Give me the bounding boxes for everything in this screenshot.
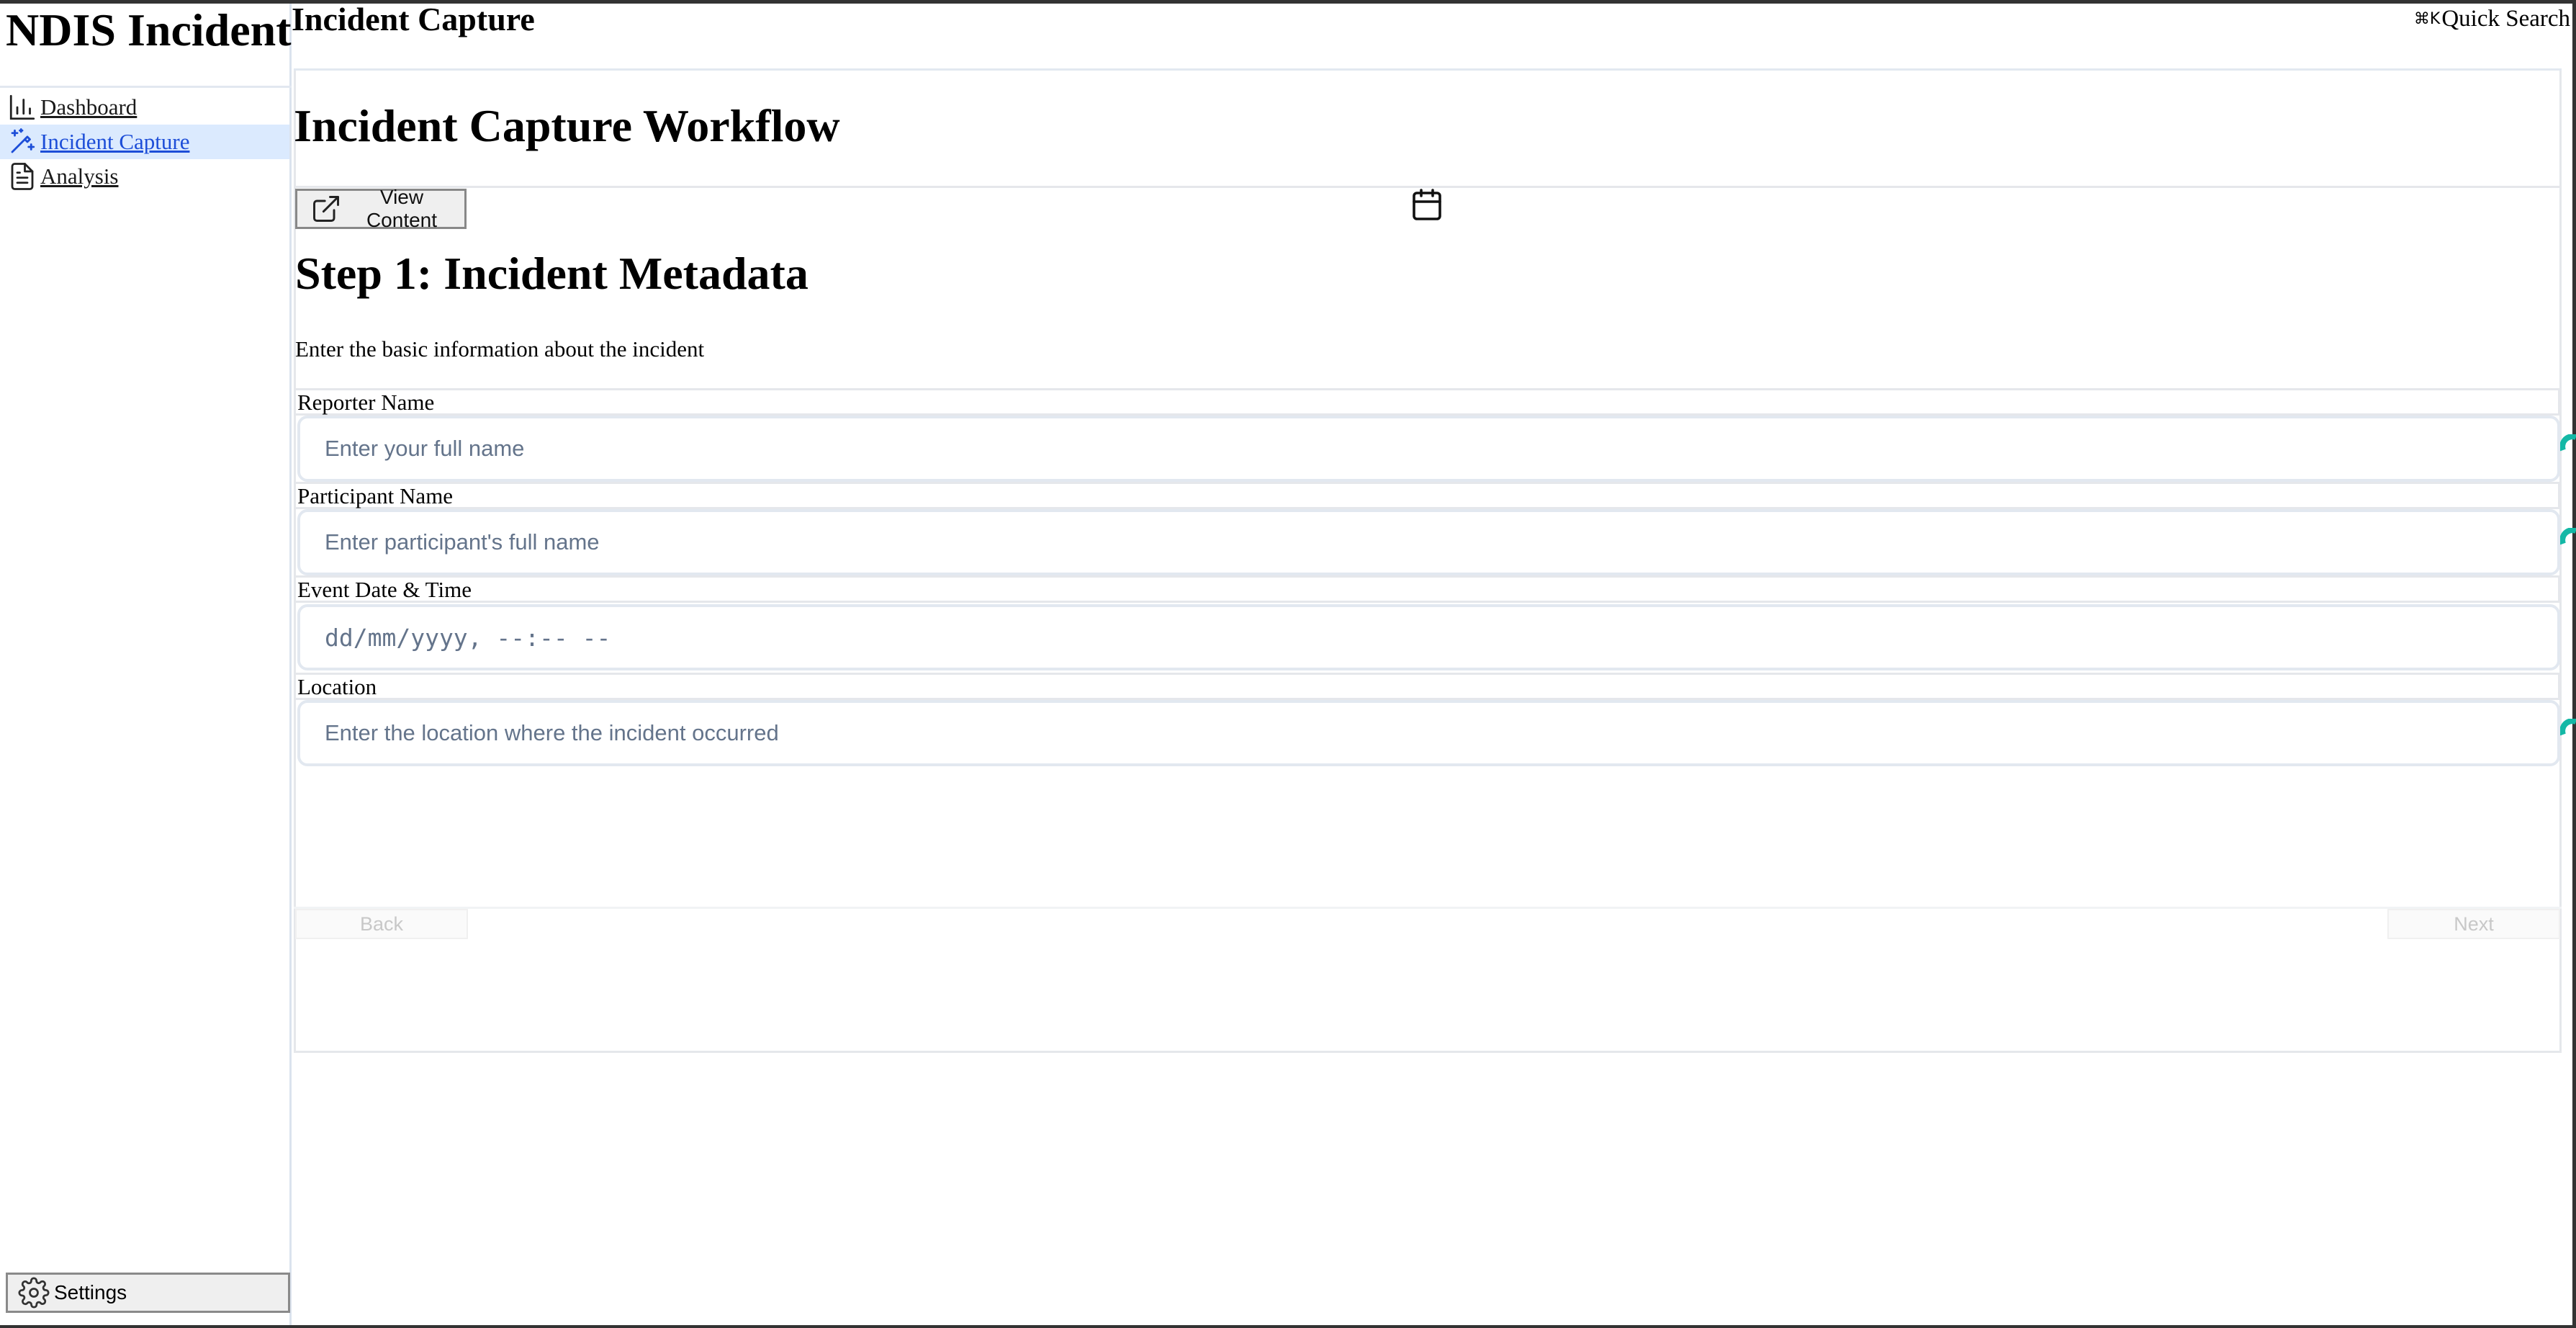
sidebar-nav: Dashboard Incident Capture Analysis: [0, 90, 289, 194]
bar-chart-icon: [7, 92, 37, 122]
view-content-label: View Content: [366, 186, 438, 231]
step-title: Step 1: Incident Metadata: [295, 248, 809, 299]
input-accent-icon: [2560, 719, 2576, 736]
sidebar: NDIS Incident Dashboard Incident Capture: [0, 4, 292, 1325]
quick-search-button[interactable]: ⌘K Quick Search: [2414, 6, 2570, 32]
sidebar-divider: [0, 86, 292, 88]
participant-name-label: Participant Name: [295, 482, 2560, 509]
search-shortcut: ⌘K: [2413, 10, 2441, 28]
gear-icon: [18, 1277, 50, 1309]
sidebar-item-label[interactable]: Dashboard: [40, 94, 137, 120]
settings-button[interactable]: Settings: [6, 1273, 290, 1313]
reporter-name-label: Reporter Name: [295, 388, 2560, 416]
window-bottom-border: [0, 1325, 2576, 1328]
settings-label: Settings: [54, 1281, 127, 1304]
sidebar-item-incident-capture[interactable]: Incident Capture: [0, 125, 289, 159]
step-description: Enter the basic information about the in…: [295, 336, 705, 362]
step-nav-divider: [294, 907, 2562, 909]
event-datetime-input[interactable]: [297, 604, 2560, 670]
view-content-button[interactable]: View Content: [295, 186, 467, 231]
back-button[interactable]: Back: [295, 909, 468, 939]
participant-name-input[interactable]: [297, 509, 2560, 575]
workflow-title: Incident Capture Workflow: [294, 100, 840, 151]
calendar-icon[interactable]: [1410, 186, 1444, 223]
wand-sparkles-icon: [7, 127, 37, 157]
input-accent-icon: [2560, 528, 2576, 545]
window-right-border: [2572, 0, 2576, 1328]
location-input[interactable]: [297, 700, 2560, 766]
brand-title: NDIS Incident: [6, 4, 292, 55]
location-label: Location: [295, 673, 2560, 700]
reporter-name-input[interactable]: [297, 416, 2560, 482]
sidebar-item-dashboard[interactable]: Dashboard: [0, 90, 289, 125]
sidebar-item-analysis[interactable]: Analysis: [0, 159, 289, 194]
external-link-icon: [310, 193, 342, 225]
event-datetime-label: Event Date & Time: [295, 575, 2560, 603]
file-text-icon: [7, 161, 37, 192]
page-title: Incident Capture: [292, 1, 535, 37]
input-accent-icon: [2560, 434, 2576, 452]
sidebar-item-label[interactable]: Incident Capture: [40, 129, 189, 155]
quick-search-label: Quick Search: [2441, 6, 2570, 32]
sidebar-item-label[interactable]: Analysis: [40, 163, 119, 189]
next-button[interactable]: Next: [2387, 909, 2560, 939]
